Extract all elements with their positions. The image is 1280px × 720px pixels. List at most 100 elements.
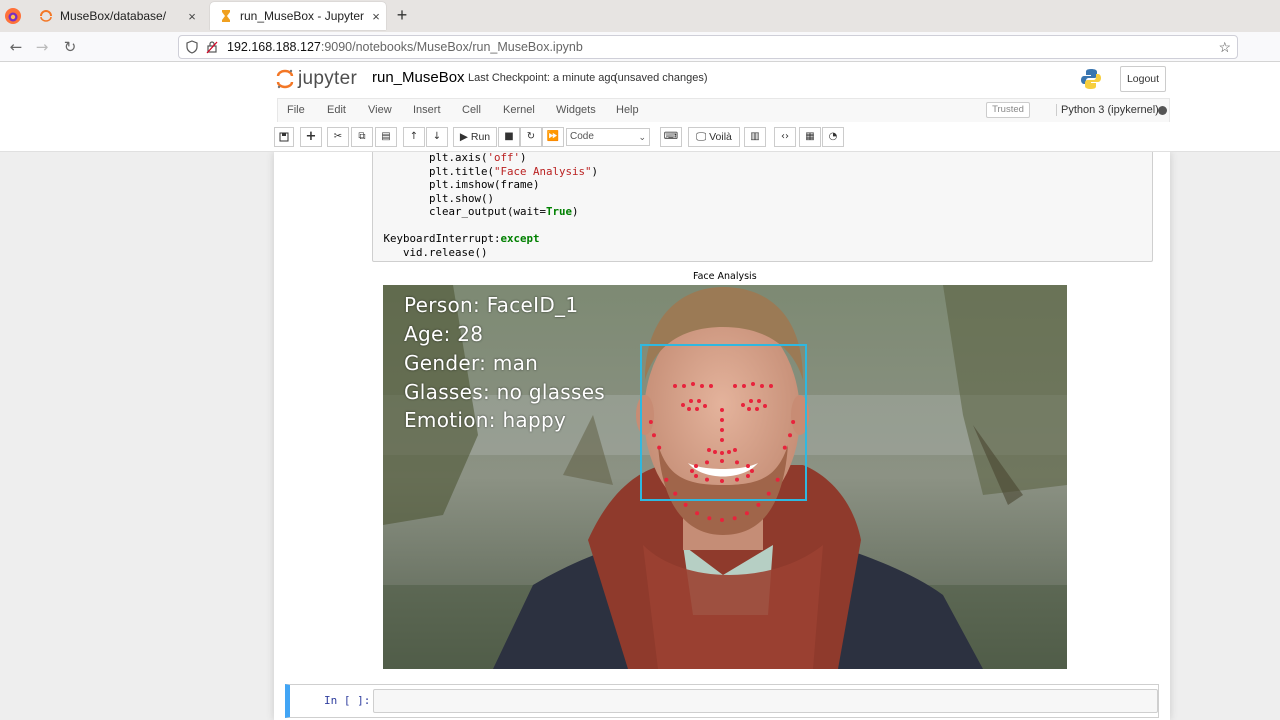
landmark-point bbox=[744, 511, 749, 516]
landmark-point bbox=[657, 445, 662, 450]
landmark-point bbox=[732, 516, 737, 521]
checkpoint-status: Last Checkpoint: a minute ago bbox=[468, 72, 617, 84]
landmark-point bbox=[705, 477, 709, 482]
trusted-badge[interactable]: Trusted bbox=[986, 102, 1030, 118]
landmark-point bbox=[782, 445, 787, 450]
url-path: :9090/notebooks/MuseBox/run_MuseBox.ipyn… bbox=[320, 40, 583, 54]
interrupt-icon[interactable]: ■ bbox=[498, 127, 520, 147]
landmark-point bbox=[694, 474, 699, 478]
landmark-point bbox=[648, 420, 653, 425]
close-tab-icon[interactable]: × bbox=[366, 9, 386, 24]
landmark-point bbox=[697, 399, 701, 403]
insert-cell-icon[interactable]: + bbox=[300, 127, 322, 147]
landmark-point bbox=[705, 460, 709, 465]
kernel-status-indicator bbox=[1158, 106, 1167, 115]
landmark-point bbox=[741, 403, 745, 407]
tab-label: MuseBox/database/ bbox=[60, 9, 167, 23]
move-down-icon[interactable]: ↓ bbox=[426, 127, 448, 147]
grid-icon[interactable]: ▦ bbox=[799, 127, 821, 147]
copy-icon[interactable]: ⧉ bbox=[351, 127, 373, 147]
close-tab-icon[interactable]: × bbox=[182, 9, 202, 24]
reload-icon[interactable]: ↻ bbox=[60, 37, 80, 57]
code-cell-input[interactable]: plt.axis('off') plt.title("Face Analysis… bbox=[372, 152, 1153, 262]
face-photo bbox=[383, 285, 1067, 669]
cell-input-area[interactable] bbox=[373, 689, 1158, 713]
landmark-point bbox=[720, 428, 724, 432]
tab-label: run_MuseBox - Jupyter N bbox=[240, 9, 366, 23]
jupyter-logo-text: jupyter bbox=[298, 68, 358, 89]
insecure-lock-icon[interactable] bbox=[205, 40, 219, 54]
overlay-gender: Gender: man bbox=[404, 351, 539, 375]
landmark-point bbox=[690, 469, 694, 473]
landmark-point bbox=[745, 474, 750, 478]
python-logo-icon bbox=[1081, 69, 1101, 89]
landmark-point bbox=[700, 384, 704, 388]
landmark-point bbox=[735, 460, 739, 465]
landmark-point bbox=[695, 511, 700, 516]
landmark-point bbox=[749, 399, 753, 403]
browser-tab-bar: MuseBox/database/ × run_MuseBox - Jupyte… bbox=[0, 0, 1280, 32]
notebook-page: plt.axis('off') plt.title("Face Analysis… bbox=[274, 152, 1170, 720]
dashboard-icon[interactable]: ◔ bbox=[822, 127, 844, 147]
overlay-age: Age: 28 bbox=[404, 322, 484, 346]
bar-chart-icon[interactable]: ▥ bbox=[744, 127, 766, 147]
code-text: plt.axis('off') plt.title("Face Analysis… bbox=[377, 152, 599, 259]
landmark-point bbox=[788, 433, 793, 438]
landmark-point bbox=[720, 459, 724, 463]
logout-button[interactable]: Logout bbox=[1120, 66, 1166, 92]
run-button[interactable]: ▶ Run bbox=[453, 127, 497, 147]
landmark-point bbox=[673, 384, 677, 388]
back-icon[interactable]: ← bbox=[6, 37, 26, 57]
save-icon[interactable] bbox=[274, 127, 294, 147]
voila-button[interactable]: 🖵 Voilà bbox=[688, 127, 740, 147]
menu-widgets[interactable]: Widgets bbox=[556, 104, 596, 116]
run-label: Run bbox=[470, 131, 491, 143]
cell-type-select[interactable]: Code ⌄ bbox=[566, 128, 650, 146]
notebook-toolbar: + ✂ ⧉ ▤ ↑ ↓ ▶ Run ■ ↻ ⏩ Code ⌄ ⌨ 🖵 Voilà … bbox=[0, 122, 1280, 152]
landmark-point bbox=[664, 477, 669, 482]
menu-edit[interactable]: Edit bbox=[327, 104, 346, 116]
landmark-point bbox=[673, 491, 678, 496]
menu-kernel[interactable]: Kernel bbox=[503, 104, 535, 116]
tab-musebox-database[interactable]: MuseBox/database/ × bbox=[30, 2, 202, 30]
url-bar[interactable]: 192.168.188.127:9090/notebooks/MuseBox/r… bbox=[178, 35, 1238, 59]
tab-run-musebox[interactable]: run_MuseBox - Jupyter N × bbox=[210, 2, 386, 30]
menu-view[interactable]: View bbox=[368, 104, 392, 116]
bookmark-star-icon[interactable]: ☆ bbox=[1218, 39, 1231, 56]
menu-help[interactable]: Help bbox=[616, 104, 639, 116]
paste-icon[interactable]: ▤ bbox=[375, 127, 397, 147]
restart-icon[interactable]: ↻ bbox=[520, 127, 542, 147]
landmark-point bbox=[742, 384, 746, 388]
restart-run-all-icon[interactable]: ⏩ bbox=[542, 127, 564, 147]
notebook-name[interactable]: run_MuseBox bbox=[372, 69, 465, 86]
shield-icon[interactable] bbox=[185, 40, 199, 54]
menu-insert[interactable]: Insert bbox=[413, 104, 441, 116]
jupyter-logo[interactable]: jupyter bbox=[276, 68, 357, 90]
landmark-point bbox=[681, 403, 685, 407]
face-analysis-image: Person: FaceID_1 Age: 28 Gender: man Gla… bbox=[383, 285, 1067, 669]
move-up-icon[interactable]: ↑ bbox=[403, 127, 425, 147]
cut-icon[interactable]: ✂ bbox=[327, 127, 349, 147]
code-icon[interactable]: ‹› bbox=[774, 127, 796, 147]
landmark-point bbox=[687, 407, 691, 411]
kernel-name[interactable]: Python 3 (ipykernel) bbox=[1056, 104, 1159, 116]
menu-cell[interactable]: Cell bbox=[462, 104, 481, 116]
figure-title: Face Analysis bbox=[693, 271, 757, 282]
landmark-point bbox=[769, 384, 773, 388]
hourglass-icon bbox=[222, 10, 230, 22]
new-tab-button[interactable]: + bbox=[392, 5, 412, 25]
notebook-area: plt.axis('off') plt.title("Face Analysis… bbox=[0, 152, 1280, 720]
forward-icon[interactable]: → bbox=[32, 37, 52, 57]
landmark-point bbox=[735, 477, 739, 482]
landmark-point bbox=[694, 464, 699, 468]
landmark-point bbox=[713, 450, 717, 454]
landmark-point bbox=[695, 407, 699, 411]
keyboard-icon[interactable]: ⌨ bbox=[660, 127, 682, 147]
firefox-icon[interactable] bbox=[4, 7, 22, 25]
landmark-point bbox=[751, 382, 755, 386]
landmark-point bbox=[757, 399, 761, 403]
landmark-point bbox=[720, 438, 724, 442]
landmark-point bbox=[682, 384, 686, 388]
empty-code-cell[interactable]: In [ ]: bbox=[285, 684, 1159, 718]
menu-file[interactable]: File bbox=[287, 104, 305, 116]
